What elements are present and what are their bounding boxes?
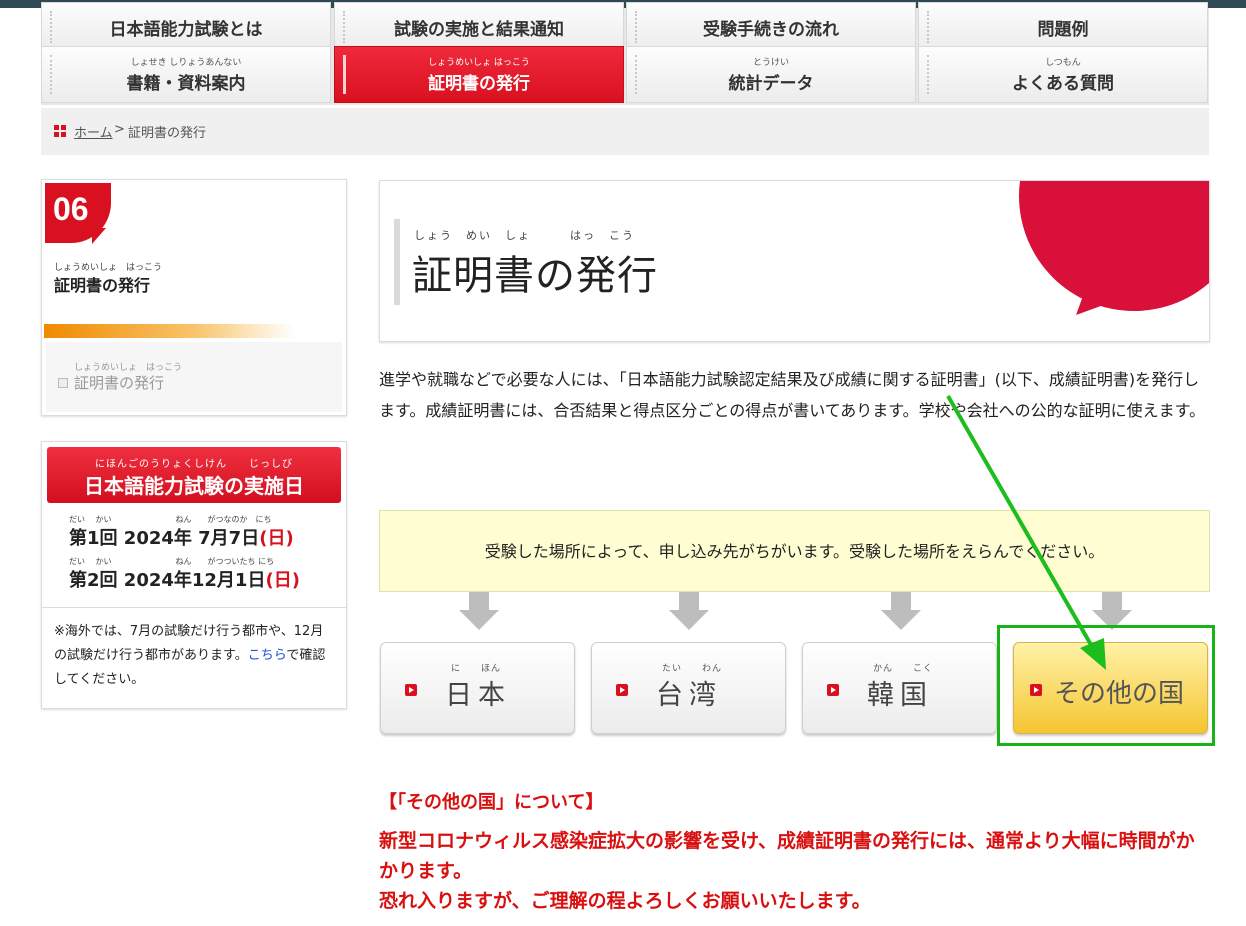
- other-countries-notice: 【「その他の国」について】 新型コロナウィルス感染症拡大の影響を受け、成績証明書…: [379, 780, 1209, 916]
- annotation-arrow-head: [1080, 638, 1106, 670]
- about-text: 新型コロナウィルス感染症拡大の影響を受け、成績証明書の発行には、通常より大幅に時…: [379, 830, 1195, 912]
- annotation-arrow-line: [946, 395, 1096, 651]
- about-heading: 【「その他の国」について】: [379, 792, 604, 813]
